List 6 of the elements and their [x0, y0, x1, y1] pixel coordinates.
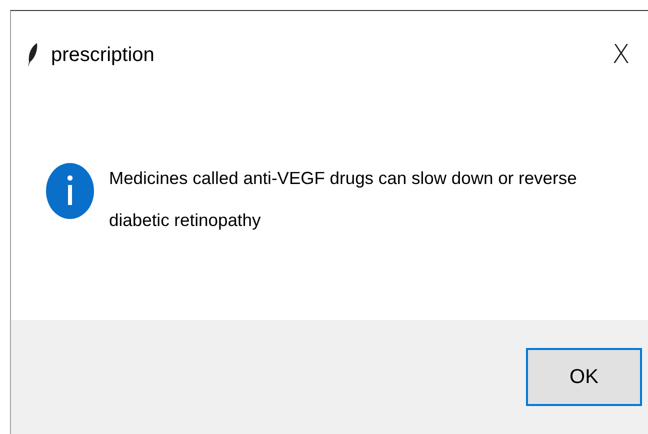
window-title: prescription [51, 44, 156, 66]
close-button[interactable]: X [598, 32, 644, 78]
info-icon [45, 163, 95, 219]
message-text: Medicines called anti-VEGF drugs can slow down or reverse diabetic retinopathy [109, 167, 578, 232]
ok-button[interactable]: OK [526, 348, 642, 406]
feather-icon [27, 42, 39, 68]
